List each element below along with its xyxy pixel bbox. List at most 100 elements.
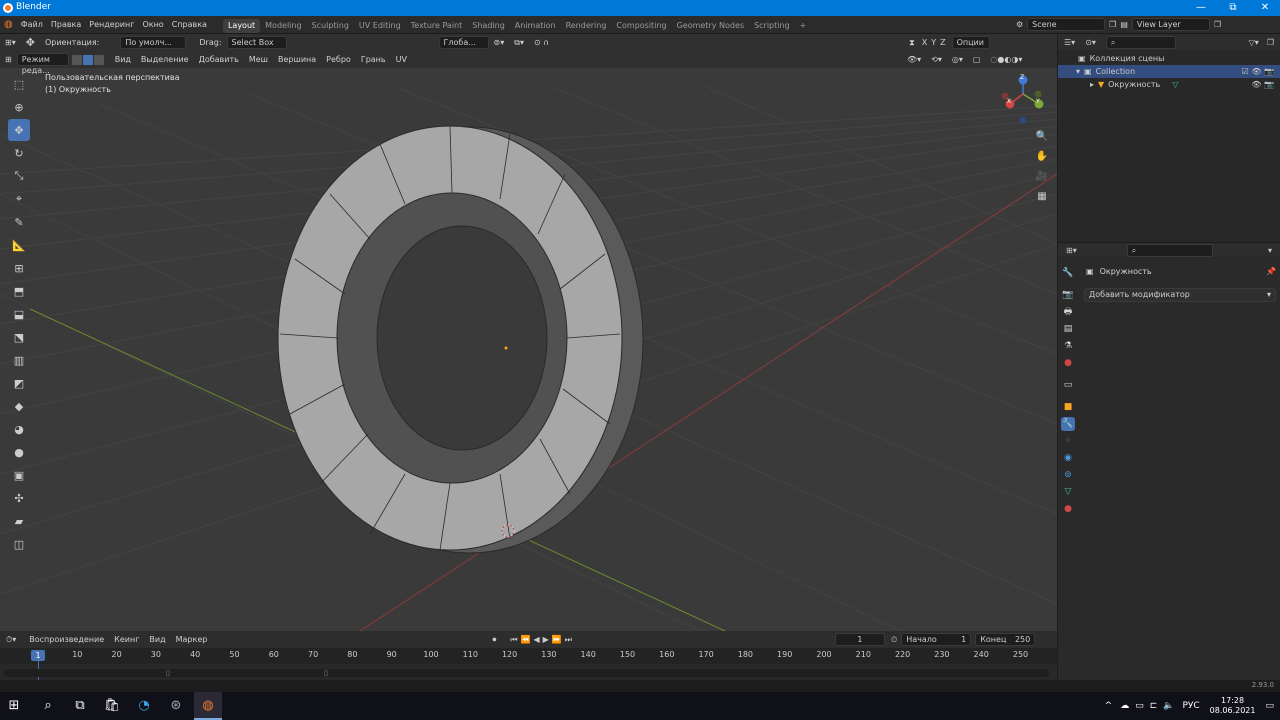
rip-tool-icon[interactable]: ◫ [8,533,30,555]
pivot-icon[interactable]: ⊚▾ [489,34,510,51]
modifier-tab-icon[interactable]: 🔧 [1061,417,1075,431]
language-indicator[interactable]: РУС [1182,701,1199,711]
view-layer-tab-icon[interactable]: ▤ [1061,322,1075,336]
overlay-toggle-icon[interactable]: ◎▾ [947,51,968,68]
tab-rendering[interactable]: Rendering [561,19,612,33]
camera-view-icon[interactable]: 🎥 [1034,169,1050,185]
menu-playback[interactable]: Воспроизведение [24,631,109,648]
cloud-icon[interactable]: ☁ [1120,701,1129,711]
current-frame-field[interactable]: 1 [834,633,885,646]
mirror-x-toggle[interactable]: X [920,34,929,51]
tool-tab-icon[interactable]: 🔧 [1061,266,1075,280]
pin-icon[interactable]: 📌 [1266,267,1276,276]
outliner-row-collection[interactable]: ▾ ▣ Collection ☑ 👁 📷 [1058,65,1280,78]
mirror-z-toggle[interactable]: Z [938,34,947,51]
new-view-layer-icon[interactable]: ❐ [1214,20,1221,29]
ime-icon[interactable]: ⊏ [1150,701,1158,711]
add-workspace-button[interactable]: + [795,19,812,33]
rotate-tool-icon[interactable]: ↻ [8,142,30,164]
menu-vertex[interactable]: Вершина [273,51,321,68]
select-tool-icon[interactable]: ⬚ [8,73,30,95]
menu-mesh[interactable]: Меш [244,51,273,68]
store-icon[interactable]: 🛍 [98,692,126,720]
new-scene-icon[interactable]: ❐ [1109,20,1116,29]
shrink-fatten-tool-icon[interactable]: ✣ [8,487,30,509]
poly-build-tool-icon[interactable]: ◆ [8,395,30,417]
tab-animation[interactable]: Animation [510,19,561,33]
tab-texture-paint[interactable]: Texture Paint [406,19,468,33]
record-button[interactable]: ⏺ [492,635,496,645]
object-tab-icon[interactable]: ■ [1061,400,1075,414]
ring-mesh[interactable] [277,125,644,554]
outliner-search-input[interactable]: ⌕ [1105,35,1176,49]
scroll-handle-right[interactable]: ▯ [324,669,328,677]
blender-taskbar-icon[interactable]: ◍ [194,692,222,720]
vertex-select-icon[interactable] [71,54,82,65]
menu-keying[interactable]: Кеинг [109,631,144,648]
add-cube-tool-icon[interactable]: ⊞ [8,257,30,279]
collection-tab-icon[interactable]: ▭ [1061,378,1075,392]
navigation-gizmo[interactable]: Z Y X [1001,74,1047,126]
menu-file[interactable]: Файл [17,16,47,34]
scene-tab-icon[interactable]: ⚗ [1061,339,1075,353]
menu-add[interactable]: Добавить [194,51,244,68]
minimize-button[interactable]: — [1186,0,1216,16]
render-tab-icon[interactable]: 📷 [1061,288,1075,302]
shear-tool-icon[interactable]: ▰ [8,510,30,532]
menu-window[interactable]: Окно [138,16,167,34]
mode-dropdown[interactable]: Режим реда... [16,53,69,75]
expand-arrow-icon[interactable]: ▾ [1076,65,1080,78]
network-icon[interactable]: ▭ [1135,701,1144,711]
material-tab-icon[interactable]: ● [1061,502,1075,516]
transform-orientation-dropdown[interactable]: Глоба... [438,36,489,49]
edge-select-icon[interactable] [82,54,93,65]
output-tab-icon[interactable]: 🖶 [1061,305,1075,319]
new-collection-icon[interactable]: ❐ [1267,38,1274,47]
snap-icon[interactable]: ⧉▾ [509,34,529,51]
menu-edge[interactable]: Ребро [321,51,356,68]
menu-timeline-view[interactable]: Вид [144,631,170,648]
outliner-row-object[interactable]: ▸ ▼ Окружность ▽ 👁 📷 [1058,78,1280,91]
world-tab-icon[interactable]: ● [1061,356,1075,370]
annotate-tool-icon[interactable]: ✎ [8,211,30,233]
menu-help[interactable]: Справка [168,16,211,34]
zoom-icon[interactable]: 🔍 [1034,129,1050,145]
search-icon[interactable]: ⌕ [34,692,62,720]
menu-marker[interactable]: Маркер [171,631,213,648]
mesh-data-tab-icon[interactable]: ▽ [1061,485,1075,499]
xray-toggle-icon[interactable]: ▢ [968,51,986,68]
tab-sculpting[interactable]: Sculpting [307,19,354,33]
maximize-button[interactable]: ⧉ [1218,0,1248,16]
properties-editor-icon[interactable]: ⊞▾ [1066,246,1077,255]
cursor-tool-icon[interactable]: ⊕ [8,96,30,118]
tab-compositing[interactable]: Compositing [611,19,671,33]
tab-modeling[interactable]: Modeling [260,19,306,33]
3d-viewport[interactable] [0,34,1057,631]
ortho-toggle-icon[interactable]: ▦ [1034,189,1050,205]
physics-tab-icon[interactable]: ◉ [1061,451,1075,465]
notifications-icon[interactable]: ▭ [1265,701,1274,711]
object-visibility-icons[interactable]: 👁 📷 [1251,78,1274,91]
spin-tool-icon[interactable]: ◕ [8,418,30,440]
bevel-tool-icon[interactable]: ⬔ [8,326,30,348]
outliner-editor-icon[interactable]: ☰▾ [1064,38,1075,47]
timeline-editor-icon[interactable]: ⏱▾ [6,635,16,645]
windows-start-icon[interactable]: ⊞ [0,692,28,720]
display-mode-icon[interactable]: ⊙▾ [1085,38,1096,47]
frame-ruler[interactable]: 1 10 20 30 40 50 60 70 80 90 100 110 120 130 140 150 16… [0,648,1057,681]
particles-tab-icon[interactable]: ⁘ [1061,434,1075,448]
edge-slide-tool-icon[interactable]: ▣ [8,464,30,486]
scale-tool-icon[interactable]: ⤡ [8,165,30,187]
drag-dropdown[interactable]: Select Box [226,36,287,49]
smooth-tool-icon[interactable]: ● [8,441,30,463]
constraints-tab-icon[interactable]: ⊚ [1061,468,1075,482]
task-view-icon[interactable]: ⧉ [66,692,94,720]
tab-shading[interactable]: Shading [467,19,510,33]
edge-browser-icon[interactable]: ◔ [130,692,158,720]
menu-view[interactable]: Вид [110,51,136,68]
inset-tool-icon[interactable]: ⬓ [8,303,30,325]
start-frame-field[interactable]: Начало 1 [901,633,972,646]
playback-controls[interactable]: ⏮⏪◀▶⏩⏭ [510,635,575,645]
tab-scripting[interactable]: Scripting [749,19,795,33]
menu-uv[interactable]: UV [391,51,412,68]
